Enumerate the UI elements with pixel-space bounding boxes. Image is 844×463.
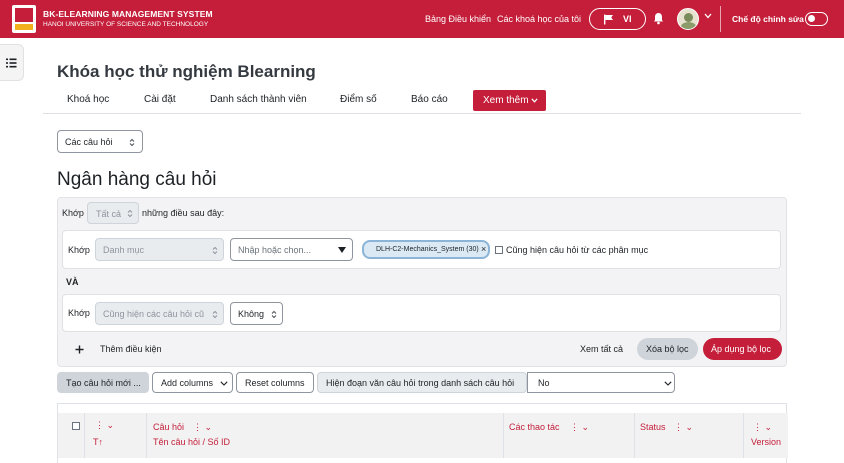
condition-type-value: Danh mục xyxy=(103,245,145,255)
show-hidden-value: Không xyxy=(238,309,265,319)
chevron-down-icon[interactable] xyxy=(704,13,712,19)
header-checkbox-cell xyxy=(58,413,85,458)
header-version-cell: ⋮ ⌄ Version xyxy=(744,413,788,458)
clear-filters-label: Xóa bộ lọc xyxy=(646,344,689,354)
select-arrows-icon xyxy=(212,310,218,319)
clear-filters-button[interactable]: Xóa bộ lọc xyxy=(637,338,698,360)
reset-columns-label: Reset columns xyxy=(245,378,305,388)
course-title: Khóa học thử nghiệm Blearning xyxy=(57,62,316,81)
match-suffix-label: những điều sau đây: xyxy=(142,208,225,218)
select-arrows-icon xyxy=(127,209,133,218)
question-bank-navigation-select[interactable]: Các câu hỏi xyxy=(57,130,143,153)
list-icon xyxy=(6,58,17,68)
and-label: VÀ xyxy=(66,277,79,287)
tab-course[interactable]: Khoá học xyxy=(67,94,109,105)
show-question-text-select[interactable]: No xyxy=(527,372,675,393)
actions-header-label: Các thao tác xyxy=(509,422,560,432)
notification-bell-icon[interactable] xyxy=(653,12,664,25)
apply-filters-button[interactable]: Áp dụng bộ lọc xyxy=(703,338,782,360)
show-question-text-value: No xyxy=(538,378,550,388)
tab-grades[interactable]: Điểm số xyxy=(340,94,377,105)
header-question-cell: Câu hỏi ⋮ ⌄ Tên câu hỏi / Số ID xyxy=(147,413,504,458)
condition-type-select: Danh mục xyxy=(95,238,224,261)
sort-by-name-id-link[interactable]: Tên câu hỏi / Số ID xyxy=(153,437,230,447)
select-arrows-icon xyxy=(129,138,135,147)
column-menu-icon[interactable]: ⋮ ⌄ xyxy=(193,422,212,433)
view-all-link[interactable]: Xem tất cả xyxy=(580,344,623,354)
nav-select-value: Các câu hỏi xyxy=(65,137,113,147)
include-subcategories-checkbox[interactable] xyxy=(495,246,503,254)
user-avatar[interactable] xyxy=(677,8,699,30)
chevron-down-icon xyxy=(220,381,228,386)
select-all-checkbox[interactable] xyxy=(72,422,80,430)
table-header-row: ⋮ ⌄ T↑ Câu hỏi ⋮ ⌄ Tên câu hỏi / Số ID C… xyxy=(58,413,788,458)
column-menu-icon[interactable]: ⋮ ⌄ xyxy=(570,422,589,433)
tab-more-dropdown[interactable]: Xem thêm xyxy=(473,90,546,111)
show-question-text-label: Hiện đoạn văn câu hỏi trong danh sách câ… xyxy=(317,372,527,393)
reset-columns-button[interactable]: Reset columns xyxy=(236,372,314,393)
page-title: Ngân hàng câu hỏi xyxy=(57,169,217,190)
add-condition-button[interactable]: Thêm điều kiện xyxy=(100,344,162,354)
category-search-input[interactable]: Nhập hoặc chọn... xyxy=(230,238,353,261)
column-menu-icon[interactable]: ⋮ ⌄ xyxy=(753,422,772,433)
include-subcategories-label[interactable]: Cũng hiện câu hỏi từ các phân mục xyxy=(506,245,648,255)
condition-match-label: Khớp xyxy=(68,308,90,318)
chevron-down-icon xyxy=(664,381,672,386)
select-arrows-icon xyxy=(212,246,218,255)
create-question-button[interactable]: Tạo câu hỏi mới ... xyxy=(57,372,149,393)
match-all-value: Tất cả xyxy=(96,209,122,219)
show-question-text-text: Hiện đoạn văn câu hỏi trong danh sách câ… xyxy=(326,378,515,388)
add-columns-dropdown[interactable]: Add columns xyxy=(152,372,233,393)
university-logo[interactable] xyxy=(12,5,36,33)
apply-filters-label: Áp dụng bộ lọc xyxy=(711,344,772,354)
chip-remove-icon[interactable]: × xyxy=(481,244,486,254)
category-search-placeholder: Nhập hoặc chọn... xyxy=(238,245,312,255)
match-label: Khớp xyxy=(62,208,84,218)
condition-type-select: Cũng hiện các câu hỏi cũ xyxy=(95,302,224,325)
sort-by-type-link[interactable]: T↑ xyxy=(93,437,103,447)
course-index-drawer-button[interactable] xyxy=(0,44,24,81)
questions-table: ⋮ ⌄ T↑ Câu hỏi ⋮ ⌄ Tên câu hỏi / Số ID C… xyxy=(57,403,788,463)
nav-my-courses-link[interactable]: Các khoá học của tôi xyxy=(497,14,581,24)
tab-more-label: Xem thêm xyxy=(483,95,529,106)
add-columns-label: Add columns xyxy=(161,378,214,388)
navbar-divider xyxy=(720,6,721,32)
edit-mode-label: Chế độ chỉnh sửa xyxy=(732,14,804,24)
condition-type-value: Cũng hiện các câu hỏi cũ xyxy=(103,309,205,319)
plus-icon[interactable] xyxy=(75,345,84,354)
create-question-label: Tạo câu hỏi mới ... xyxy=(66,378,141,388)
show-hidden-value-select[interactable]: Không xyxy=(230,302,283,325)
chevron-down-icon xyxy=(531,98,538,103)
chip-label: DLH-C2-Mechanics_System (30) xyxy=(376,246,479,253)
brand-title[interactable]: BK-ELEARNING MANAGEMENT SYSTEM xyxy=(43,9,213,19)
header-actions-cell: Các thao tác ⋮ ⌄ xyxy=(504,413,635,458)
condition-match-label: Khớp xyxy=(68,245,90,255)
match-all-select: Tất cả xyxy=(87,202,139,224)
top-navbar: BK-ELEARNING MANAGEMENT SYSTEM HANOI UNI… xyxy=(0,0,844,38)
flag-icon xyxy=(604,14,613,25)
caret-down-icon[interactable] xyxy=(338,247,346,253)
tabs-divider xyxy=(43,113,801,114)
status-header-label[interactable]: Status xyxy=(640,422,666,432)
tab-reports[interactable]: Báo cáo xyxy=(411,94,448,105)
header-type-cell: ⋮ ⌄ T↑ xyxy=(85,413,147,458)
language-button[interactable]: VI xyxy=(589,8,646,30)
brand-subtitle: HANOI UNIVERSITY OF SCIENCE AND TECHNOLO… xyxy=(43,21,209,28)
nav-dashboard-link[interactable]: Bảng Điều khiển xyxy=(425,14,491,24)
select-arrows-icon xyxy=(271,310,277,319)
edit-mode-toggle[interactable] xyxy=(805,12,828,26)
column-menu-icon[interactable]: ⋮ ⌄ xyxy=(674,422,693,433)
column-menu-icon[interactable]: ⋮ ⌄ xyxy=(95,420,114,431)
tab-settings[interactable]: Cài đặt xyxy=(144,94,176,105)
selected-category-chip[interactable]: DLH-C2-Mechanics_System (30) × xyxy=(362,240,490,259)
tab-participants[interactable]: Danh sách thành viên xyxy=(210,94,307,105)
header-status-cell: Status ⋮ ⌄ xyxy=(635,413,744,458)
version-header-label[interactable]: Version xyxy=(751,437,781,447)
language-code: VI xyxy=(623,14,632,24)
sort-by-question-link[interactable]: Câu hỏi xyxy=(153,422,184,432)
